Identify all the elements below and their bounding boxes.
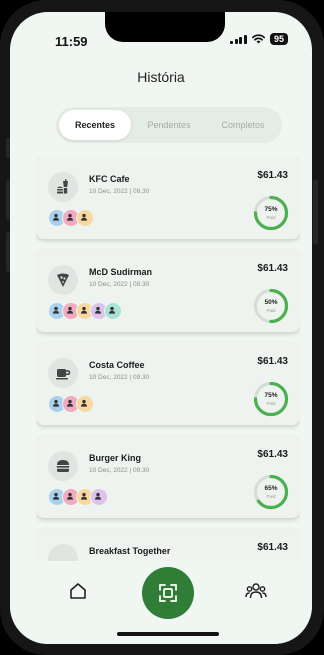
participant-avatars [48, 488, 108, 506]
page-title: História [137, 69, 185, 85]
bill-card[interactable]: Breakfast Together $61.43 [36, 529, 300, 561]
participant-avatars [48, 395, 94, 413]
paid-progress-ring: 50% Paid [252, 287, 290, 325]
paid-percent: 65% [264, 485, 278, 492]
avatar [90, 488, 108, 506]
bill-name: KFC Cafe [89, 174, 130, 184]
home-icon[interactable] [68, 581, 88, 606]
app-screen: 11:59 95 História Recentes Pendentes Com… [10, 12, 312, 644]
bill-card[interactable]: McD Sudirman 10 Dec, 2022 | 09.30 $61.43… [36, 250, 300, 332]
group-icon[interactable] [245, 581, 267, 606]
bill-name: Costa Coffee [89, 360, 145, 370]
paid-percent: 75% [264, 206, 278, 213]
bill-name: Breakfast Together [89, 546, 171, 556]
bill-date: 10 Dec, 2022 | 09.30 [89, 467, 150, 474]
battery-indicator: 95 [269, 33, 288, 45]
scan-button[interactable] [142, 567, 194, 619]
fastfood-icon [48, 172, 78, 202]
participant-avatars [48, 302, 122, 320]
home-indicator [117, 632, 219, 636]
scan-icon [159, 584, 177, 602]
bill-date: 10 Dec, 2022 | 09.30 [89, 188, 150, 195]
bill-amount: $61.43 [257, 356, 288, 367]
bill-list: KFC Cafe 10 Dec, 2022 | 09.30 $61.43 75%… [36, 157, 300, 561]
paid-percent: 50% [264, 299, 278, 306]
tab-recentes[interactable]: Recentes [59, 110, 131, 140]
status-icons: 95 [230, 33, 288, 45]
camera-notch [105, 12, 225, 42]
bill-name: McD Sudirman [89, 267, 153, 277]
participant-avatars [48, 209, 94, 227]
paid-label: Paid [266, 215, 276, 220]
signal-icon [230, 34, 247, 44]
tab-completos[interactable]: Completos [207, 110, 279, 140]
burger-icon [48, 451, 78, 481]
bill-amount: $61.43 [257, 449, 288, 460]
paid-label: Paid [266, 308, 276, 313]
paid-progress-ring: 75% Paid [252, 194, 290, 232]
bill-date: 10 Dec, 2022 | 09.30 [89, 374, 150, 381]
paid-label: Paid [266, 494, 276, 499]
bill-card[interactable]: Burger King 10 Dec, 2022 | 09.30 $61.43 … [36, 436, 300, 518]
paid-label: Paid [266, 401, 276, 406]
pizza-slice-icon [48, 265, 78, 295]
bill-card[interactable]: KFC Cafe 10 Dec, 2022 | 09.30 $61.43 75%… [36, 157, 300, 239]
tab-pendentes[interactable]: Pendentes [133, 110, 205, 140]
wifi-icon [251, 34, 265, 44]
paid-percent: 75% [264, 392, 278, 399]
bill-amount: $61.43 [257, 170, 288, 181]
coffee-cup-icon [48, 358, 78, 388]
bill-amount: $61.43 [257, 263, 288, 274]
bill-card[interactable]: Costa Coffee 10 Dec, 2022 | 09.30 $61.43… [36, 343, 300, 425]
segmented-tabs: Recentes Pendentes Completos [56, 107, 282, 143]
paid-progress-ring: 65% Paid [252, 473, 290, 511]
status-time: 11:59 [55, 34, 88, 49]
bill-date: 10 Dec, 2022 | 09.30 [89, 281, 150, 288]
side-button [313, 180, 318, 244]
avatar [76, 395, 94, 413]
bill-amount: $61.43 [257, 542, 288, 553]
bill-name: Burger King [89, 453, 142, 463]
avatar [76, 209, 94, 227]
paid-progress-ring: 75% Paid [252, 380, 290, 418]
utensils-icon [48, 544, 78, 561]
avatar [104, 302, 122, 320]
